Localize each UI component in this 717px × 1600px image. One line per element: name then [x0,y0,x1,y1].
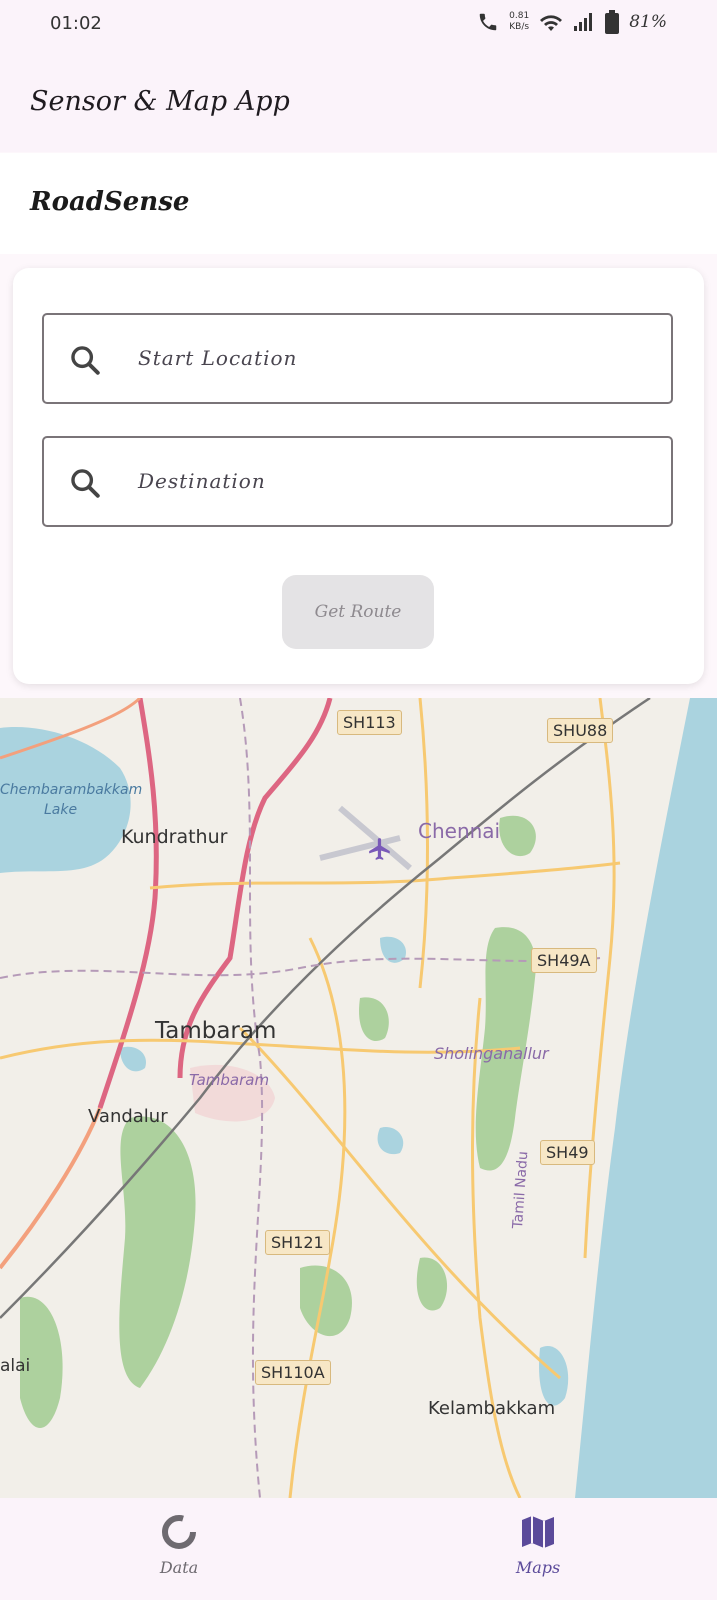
map-label-alai: alai [0,1356,31,1376]
airport-icon [369,838,390,860]
net-speed: 0.81 KB/s [509,11,529,33]
get-route-button[interactable]: Get Route [282,575,434,649]
road-shield-sh49: SH49 [540,1140,595,1165]
road-shield-sh121: SH121 [265,1230,330,1255]
app-title: Sensor & Map App [30,86,290,117]
net-speed-unit: KB/s [509,22,530,32]
net-speed-value: 0.81 [509,11,530,21]
destination-placeholder: Destination [138,469,266,493]
nav-label-data: Data [159,1558,199,1577]
road-shield-shu88: SHU88 [547,718,614,743]
map-label-vandalur: Vandalur [88,1106,168,1127]
app-bar: Sensor & Map App [0,52,717,152]
map-label-lake: Chembarambakkam [0,782,143,798]
road-shield-sh110a: SH110A [255,1360,331,1385]
route-card: Start Location Destination Get Route [13,268,704,684]
road-shield-sh49a: SH49A [531,948,597,973]
map-view[interactable]: Chembarambakkam Lake Kundrathur Chennai … [0,698,717,1498]
map-icon [522,1516,554,1548]
map-label-kelambakkam: Kelambakkam [428,1398,556,1419]
map-label-sholinganallur: Sholinganallur [434,1044,549,1063]
nav-item-data[interactable]: Data [119,1512,239,1577]
wifi-icon [540,15,563,31]
map-label-lake-2: Lake [44,802,78,818]
nav-item-maps[interactable]: Maps [478,1512,598,1577]
map-label-tambaram: Tambaram [155,1018,277,1044]
status-time: 01:02 [50,13,102,34]
signal-icon [574,13,593,31]
status-icons: 0.81 KB/s 81% [477,10,667,34]
call-icon [479,13,497,31]
start-location-field[interactable]: Start Location [42,313,673,404]
bottom-navigation: Data Maps [0,1498,717,1600]
road-shield-sh113: SH113 [337,710,402,735]
map-label-chennai: Chennai [418,819,501,843]
search-icon [71,469,100,498]
map-base [0,698,717,1498]
status-bar: 01:02 0.81 KB/s 81% [0,0,717,52]
search-icon [71,346,100,375]
data-donut-icon [162,1515,196,1549]
nav-label-maps: Maps [515,1558,561,1577]
start-location-placeholder: Start Location [138,346,298,370]
battery-percent: 81% [629,12,667,32]
section-header: RoadSense [0,153,717,254]
map-label-kundrathur: Kundrathur [121,826,228,848]
map-label-tambaram-area: Tambaram [189,1071,270,1089]
destination-field[interactable]: Destination [42,436,673,527]
section-title: RoadSense [30,187,190,217]
battery-icon [605,10,620,34]
